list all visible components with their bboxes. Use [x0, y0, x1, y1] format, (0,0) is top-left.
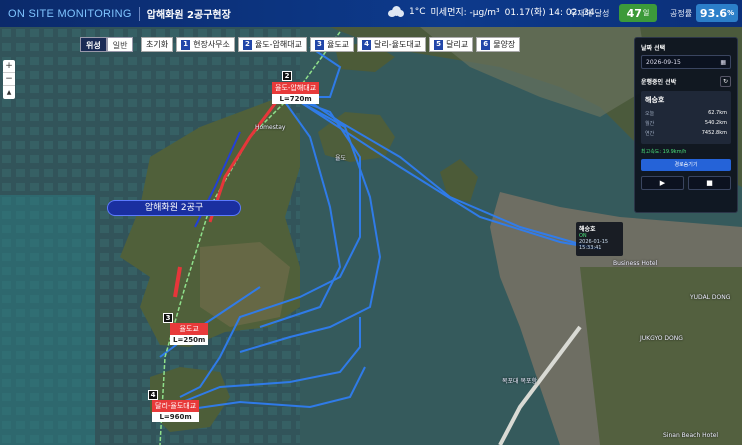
progress-label: 공정률: [670, 9, 693, 18]
stat-today: 오늘 62.7km: [645, 110, 727, 117]
refresh-icon[interactable]: ↻: [720, 76, 731, 87]
date-value: 2026-09-15: [646, 58, 681, 66]
location-label: 율도-압해대교: [254, 40, 302, 49]
zoom-out-button[interactable]: −: [3, 73, 15, 86]
bridge-marker-4[interactable]: 4: [148, 390, 158, 400]
location-num: 2: [242, 39, 252, 50]
stat-value: 62.7km: [708, 110, 727, 116]
progress-badge: 93.6 %: [696, 4, 738, 22]
top-header: ON SITE MONITORING 압해화원 2공구현장 1°C 미세먼지: …: [0, 0, 742, 27]
cloud-icon: [388, 6, 404, 17]
location-num: 5: [434, 39, 444, 50]
vessel-header: 운행중인 선박 ↻: [641, 76, 731, 87]
zoom-in-button[interactable]: +: [3, 60, 15, 73]
hide-route-button[interactable]: 경로숨기기: [641, 159, 731, 171]
weather-info: 1°C 미세먼지: -μg/m³ 01.17(화) 14: 02: 34: [388, 5, 595, 18]
site-section-label[interactable]: 압해화원 2공구: [107, 200, 241, 216]
progress-unit: %: [727, 9, 735, 17]
mode-satellite-button[interactable]: 위성: [80, 37, 107, 52]
compass-button[interactable]: ▲: [3, 86, 15, 99]
location-label: 율도교: [326, 40, 350, 49]
vessel-popup[interactable]: 해승호 ON 2026-01-15 15:33:41: [576, 222, 623, 256]
location-label: 물양장: [493, 40, 516, 49]
bridge-name: 달리-율도대교: [152, 400, 200, 412]
location-num: 6: [481, 39, 491, 50]
place-label-business-hotel: Business Hotel: [613, 260, 658, 267]
location-button-5[interactable]: 5 달리교: [429, 37, 474, 52]
stat-value: 7452.8km: [701, 130, 727, 136]
reset-button[interactable]: 초기화: [141, 37, 174, 52]
location-button-3[interactable]: 3 율도교: [309, 37, 355, 52]
location-num: 3: [314, 39, 324, 50]
stat-key: 월간: [645, 121, 655, 127]
location-num: 4: [362, 39, 372, 50]
play-button[interactable]: ▶: [641, 176, 684, 190]
vessel-name: 해승호: [645, 96, 665, 104]
safety-days-badge: 47 일: [619, 4, 657, 22]
place-label-jukgyo: JUKGYO DONG: [640, 335, 683, 342]
stat-key: 연간: [645, 131, 655, 137]
progress-value: 93.6: [699, 6, 728, 20]
reset-label: 초기화: [146, 40, 169, 49]
stat-month: 월간 540.2km: [645, 120, 727, 127]
location-bar: 초기화 1 현장사무소 2 율도-압해대교 3 율도교 4 달리-율도대교 5 달리교 6…: [141, 37, 521, 52]
bridge-label-3[interactable]: 율도교 L=250m: [170, 323, 209, 345]
bridge-length: L=960m: [152, 412, 200, 422]
site-title: 압해화원 2공구현장: [146, 10, 231, 21]
max-speed: 최고속도: 19.9km/h: [641, 149, 687, 155]
dust-level: 미세먼지: -μg/m³: [430, 8, 500, 18]
calendar-icon[interactable]: ▦: [720, 59, 726, 66]
vessel-title: 운행중인 선박: [641, 79, 677, 86]
playback-controls: ▶ ■: [641, 176, 731, 190]
safety-label: 무재해 달성: [570, 9, 610, 18]
location-button-4[interactable]: 4 달리-율도대교: [357, 37, 427, 52]
bridge-name: 율도교: [170, 323, 209, 335]
zoom-control: + − ▲: [3, 60, 15, 99]
temperature: 1°C: [409, 6, 426, 17]
place-label-homestay: Homestay: [255, 124, 286, 131]
stop-button[interactable]: ■: [688, 176, 731, 190]
stat-year: 연간 7452.8km: [645, 130, 727, 137]
map-mode-toggle: 위성 일반: [80, 37, 134, 52]
place-label-yudal: YUDAL DONG: [690, 294, 731, 301]
vessel-popup-time: 2026-01-15 15:33:41: [579, 239, 609, 251]
bridge-length: L=250m: [170, 335, 209, 345]
safety-days: 47: [626, 6, 642, 20]
safety-unit: 일: [642, 9, 650, 17]
place-label-port: 목포대 목포항: [502, 378, 538, 385]
bridge-length: L=720m: [272, 94, 320, 104]
bridge-marker-2[interactable]: 2: [282, 71, 292, 81]
bridge-marker-3[interactable]: 3: [163, 313, 173, 323]
vessel-card: 해승호 오늘 62.7km 월간 540.2km 연간 7452.8km: [641, 91, 731, 144]
date-title: 날짜 선택: [641, 45, 666, 52]
location-button-1[interactable]: 1 현장사무소: [176, 37, 235, 52]
stat-value: 540.2km: [704, 120, 727, 126]
bridge-label-4[interactable]: 달리-율도대교 L=960m: [152, 400, 200, 422]
location-label: 달리-율도대교: [374, 40, 422, 49]
brand-title: ON SITE MONITORING: [8, 7, 132, 20]
map-background: [0, 27, 742, 445]
location-label: 현장사무소: [193, 40, 230, 49]
header-divider: [138, 6, 140, 21]
mode-general-button[interactable]: 일반: [106, 37, 134, 52]
stat-key: 오늘: [645, 111, 655, 117]
location-button-6[interactable]: 6 물양장: [476, 37, 521, 52]
vessel-popup-name: 해승호: [579, 226, 596, 233]
place-label-yuldo: 율도: [335, 155, 347, 162]
location-label: 달리교: [446, 40, 469, 49]
vessel-panel: 날짜 선택 2026-09-15 ▦ 운행중인 선박 ↻ 해승호 오늘 62.7k…: [634, 37, 738, 213]
bridge-name: 율도-압해대교: [272, 82, 320, 94]
satellite-map[interactable]: + − ▲: [0, 27, 742, 445]
date-picker[interactable]: 2026-09-15 ▦: [641, 55, 731, 69]
location-num: 1: [181, 39, 191, 50]
place-label-beach-hotel: Sinan Beach Hotel: [663, 432, 719, 439]
location-button-2[interactable]: 2 율도-압해대교: [237, 37, 307, 52]
bridge-label-2[interactable]: 율도-압해대교 L=720m: [272, 82, 320, 104]
